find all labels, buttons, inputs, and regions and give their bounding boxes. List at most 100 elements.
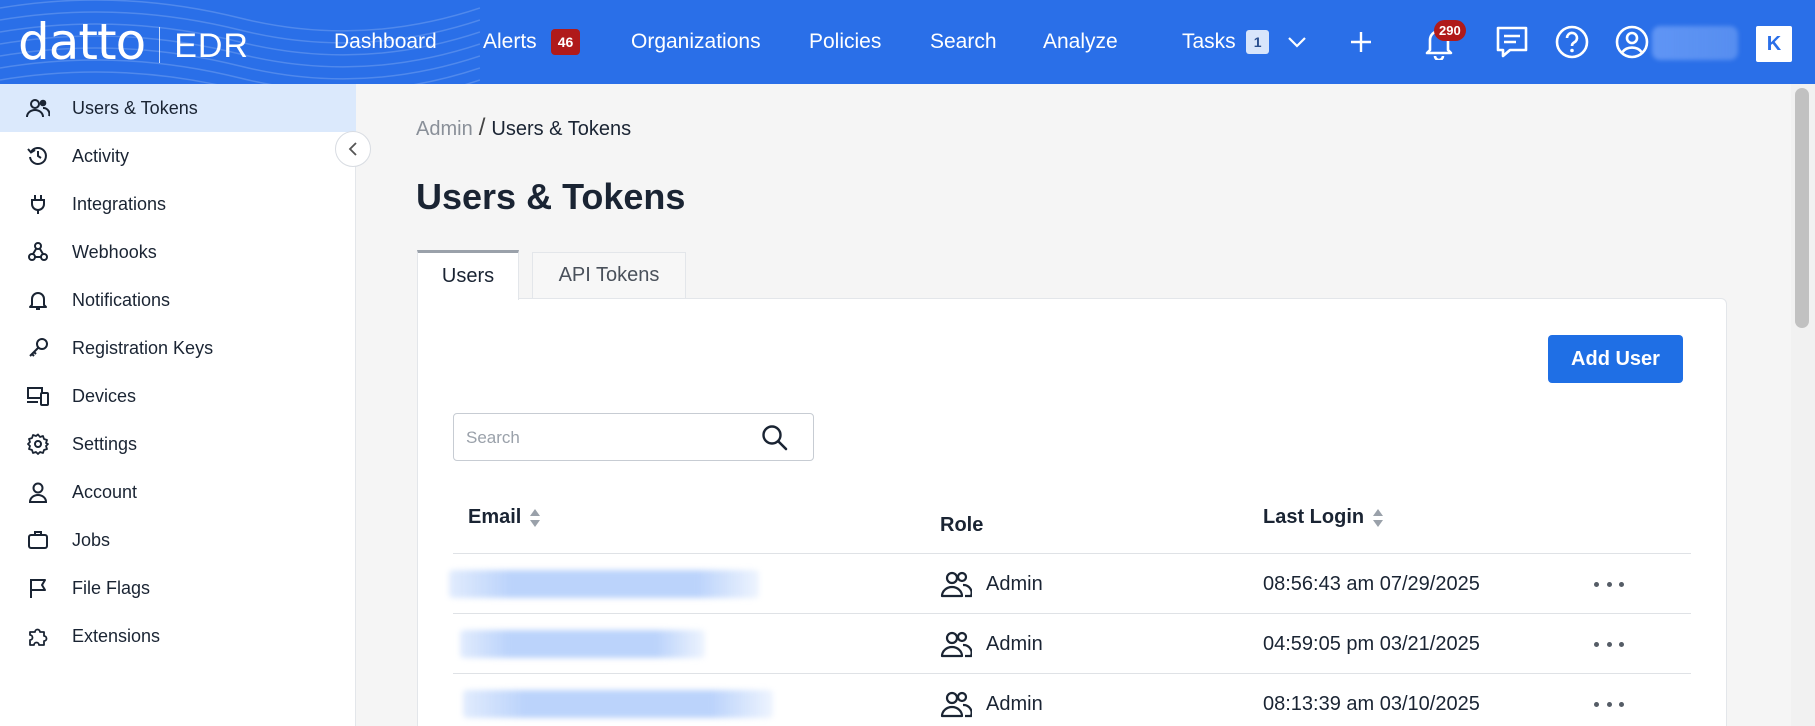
add-user-button[interactable]: Add User <box>1548 335 1683 383</box>
page-title: Users & Tokens <box>416 176 686 217</box>
column-last-login-label: Last Login <box>1263 506 1365 528</box>
sidebar-item-label: Users & Tokens <box>72 97 198 118</box>
sort-arrows-icon[interactable] <box>529 507 541 529</box>
role-label: Admin <box>986 632 1043 655</box>
add-button[interactable] <box>1340 21 1382 63</box>
column-email-label: Email <box>468 506 522 528</box>
sidebar-item-jobs[interactable]: Jobs <box>0 516 356 564</box>
collapse-sidebar-button[interactable] <box>335 131 371 167</box>
sidebar-item-settings[interactable]: Settings <box>0 420 356 468</box>
person-icon <box>26 480 50 504</box>
sort-arrows-icon[interactable] <box>1372 507 1384 529</box>
chevron-left-icon <box>348 142 357 156</box>
notifications-count-badge: 290 <box>1434 20 1466 41</box>
sidebar-item-devices[interactable]: Devices <box>0 372 356 420</box>
users-icon <box>940 631 972 658</box>
admin-sidebar: Users & Tokens Activity Integrations Webhoo… <box>0 84 356 726</box>
chat-icon <box>1496 26 1528 58</box>
users-icon <box>940 691 972 718</box>
nav-dashboard[interactable]: Dashboard <box>334 0 437 84</box>
puzzle-icon <box>26 624 50 648</box>
email-redacted <box>460 630 705 658</box>
gear-icon <box>26 432 50 456</box>
sidebar-item-file-flags[interactable]: File Flags <box>0 564 356 612</box>
column-header-email[interactable]: Email <box>468 506 541 529</box>
nav-policies[interactable]: Policies <box>809 0 881 84</box>
nav-alerts[interactable]: Alerts 46 <box>483 0 581 84</box>
row-actions-button[interactable] <box>1594 634 1624 654</box>
sidebar-item-account[interactable]: Account <box>0 468 356 516</box>
last-login-cell: 08:13:39 am 03/10/2025 <box>1263 693 1480 715</box>
breadcrumb-current: Users & Tokens <box>491 118 632 140</box>
sidebar-item-label: Notifications <box>72 289 171 310</box>
product-name: EDR <box>174 26 249 65</box>
nav-analyze[interactable]: Analyze <box>1043 0 1118 84</box>
sidebar-item-notifications[interactable]: Notifications <box>0 276 356 324</box>
sidebar-item-label: Activity <box>72 145 130 166</box>
users-icon <box>940 571 972 598</box>
sidebar-item-webhooks[interactable]: Webhooks <box>0 228 356 276</box>
search-icon[interactable] <box>760 423 790 453</box>
sidebar-item-label: Registration Keys <box>72 337 214 358</box>
breadcrumb-separator: / <box>478 114 486 141</box>
role-label: Admin <box>986 572 1043 595</box>
nav-search-label: Search <box>930 30 997 53</box>
sidebar-item-label: Webhooks <box>72 241 157 262</box>
profile-button[interactable] <box>1611 21 1653 63</box>
row-actions-button[interactable] <box>1594 694 1624 714</box>
devices-icon <box>26 384 50 408</box>
last-login-cell: 04:59:05 pm 03/21/2025 <box>1263 633 1480 655</box>
nav-organizations[interactable]: Organizations <box>631 0 761 84</box>
nav-dashboard-label: Dashboard <box>334 30 437 53</box>
role-label: Admin <box>986 692 1043 715</box>
nav-policies-label: Policies <box>809 30 882 53</box>
top-navbar: datto EDR Dashboard Alerts 46 Organizati… <box>0 0 1815 84</box>
sidebar-item-label: File Flags <box>72 577 151 598</box>
page-scrollbar[interactable] <box>1791 84 1815 726</box>
column-header-role: Role <box>940 514 983 537</box>
help-button[interactable] <box>1551 21 1593 63</box>
bell-icon <box>26 288 50 312</box>
nav-alerts-label: Alerts <box>483 30 537 53</box>
sidebar-item-users-tokens[interactable]: Users & Tokens <box>0 84 356 132</box>
tab-api-tokens[interactable]: API Tokens <box>532 252 686 298</box>
user-circle-icon <box>1615 25 1649 59</box>
sidebar-item-label: Account <box>72 481 138 502</box>
breadcrumb: Admin / Users & Tokens <box>416 114 631 142</box>
datto-edr-logo[interactable]: datto EDR <box>18 13 249 71</box>
email-redacted <box>463 690 773 718</box>
scrollbar-thumb[interactable] <box>1795 88 1809 328</box>
kaseya-logo-icon[interactable]: K <box>1756 26 1792 62</box>
users-icon <box>26 96 50 120</box>
role-cell: Admin <box>940 690 1043 718</box>
sidebar-item-label: Extensions <box>72 625 161 646</box>
table-header-divider <box>453 553 1691 554</box>
webhook-icon <box>26 240 50 264</box>
breadcrumb-admin-link[interactable]: Admin <box>416 118 473 140</box>
nav-analyze-label: Analyze <box>1043 30 1118 53</box>
plus-icon <box>1351 32 1371 52</box>
nav-tasks[interactable]: Tasks 1 <box>1182 0 1309 84</box>
role-cell: Admin <box>940 630 1043 658</box>
help-icon <box>1555 25 1589 59</box>
role-cell: Admin <box>940 570 1043 598</box>
sidebar-item-label: Integrations <box>72 193 167 214</box>
sidebar-item-extensions[interactable]: Extensions <box>0 612 356 660</box>
column-header-last-login[interactable]: Last Login <box>1263 506 1384 529</box>
sidebar-item-label: Devices <box>72 385 137 406</box>
sidebar-item-label: Jobs <box>72 529 111 550</box>
username-redacted[interactable] <box>1652 26 1738 60</box>
messages-button[interactable] <box>1491 21 1533 63</box>
search-input[interactable] <box>466 424 746 452</box>
tab-users[interactable]: Users <box>417 250 519 300</box>
tasks-count-badge: 1 <box>1245 30 1270 54</box>
column-role-label: Role <box>940 514 984 536</box>
sidebar-item-integrations[interactable]: Integrations <box>0 180 356 228</box>
row-divider <box>453 673 1691 674</box>
search-field[interactable] <box>453 413 814 461</box>
nav-search[interactable]: Search <box>930 0 997 84</box>
row-actions-button[interactable] <box>1594 574 1624 594</box>
sidebar-item-registration-keys[interactable]: Registration Keys <box>0 324 356 372</box>
nav-organizations-label: Organizations <box>631 30 761 53</box>
sidebar-item-activity[interactable]: Activity <box>0 132 356 180</box>
